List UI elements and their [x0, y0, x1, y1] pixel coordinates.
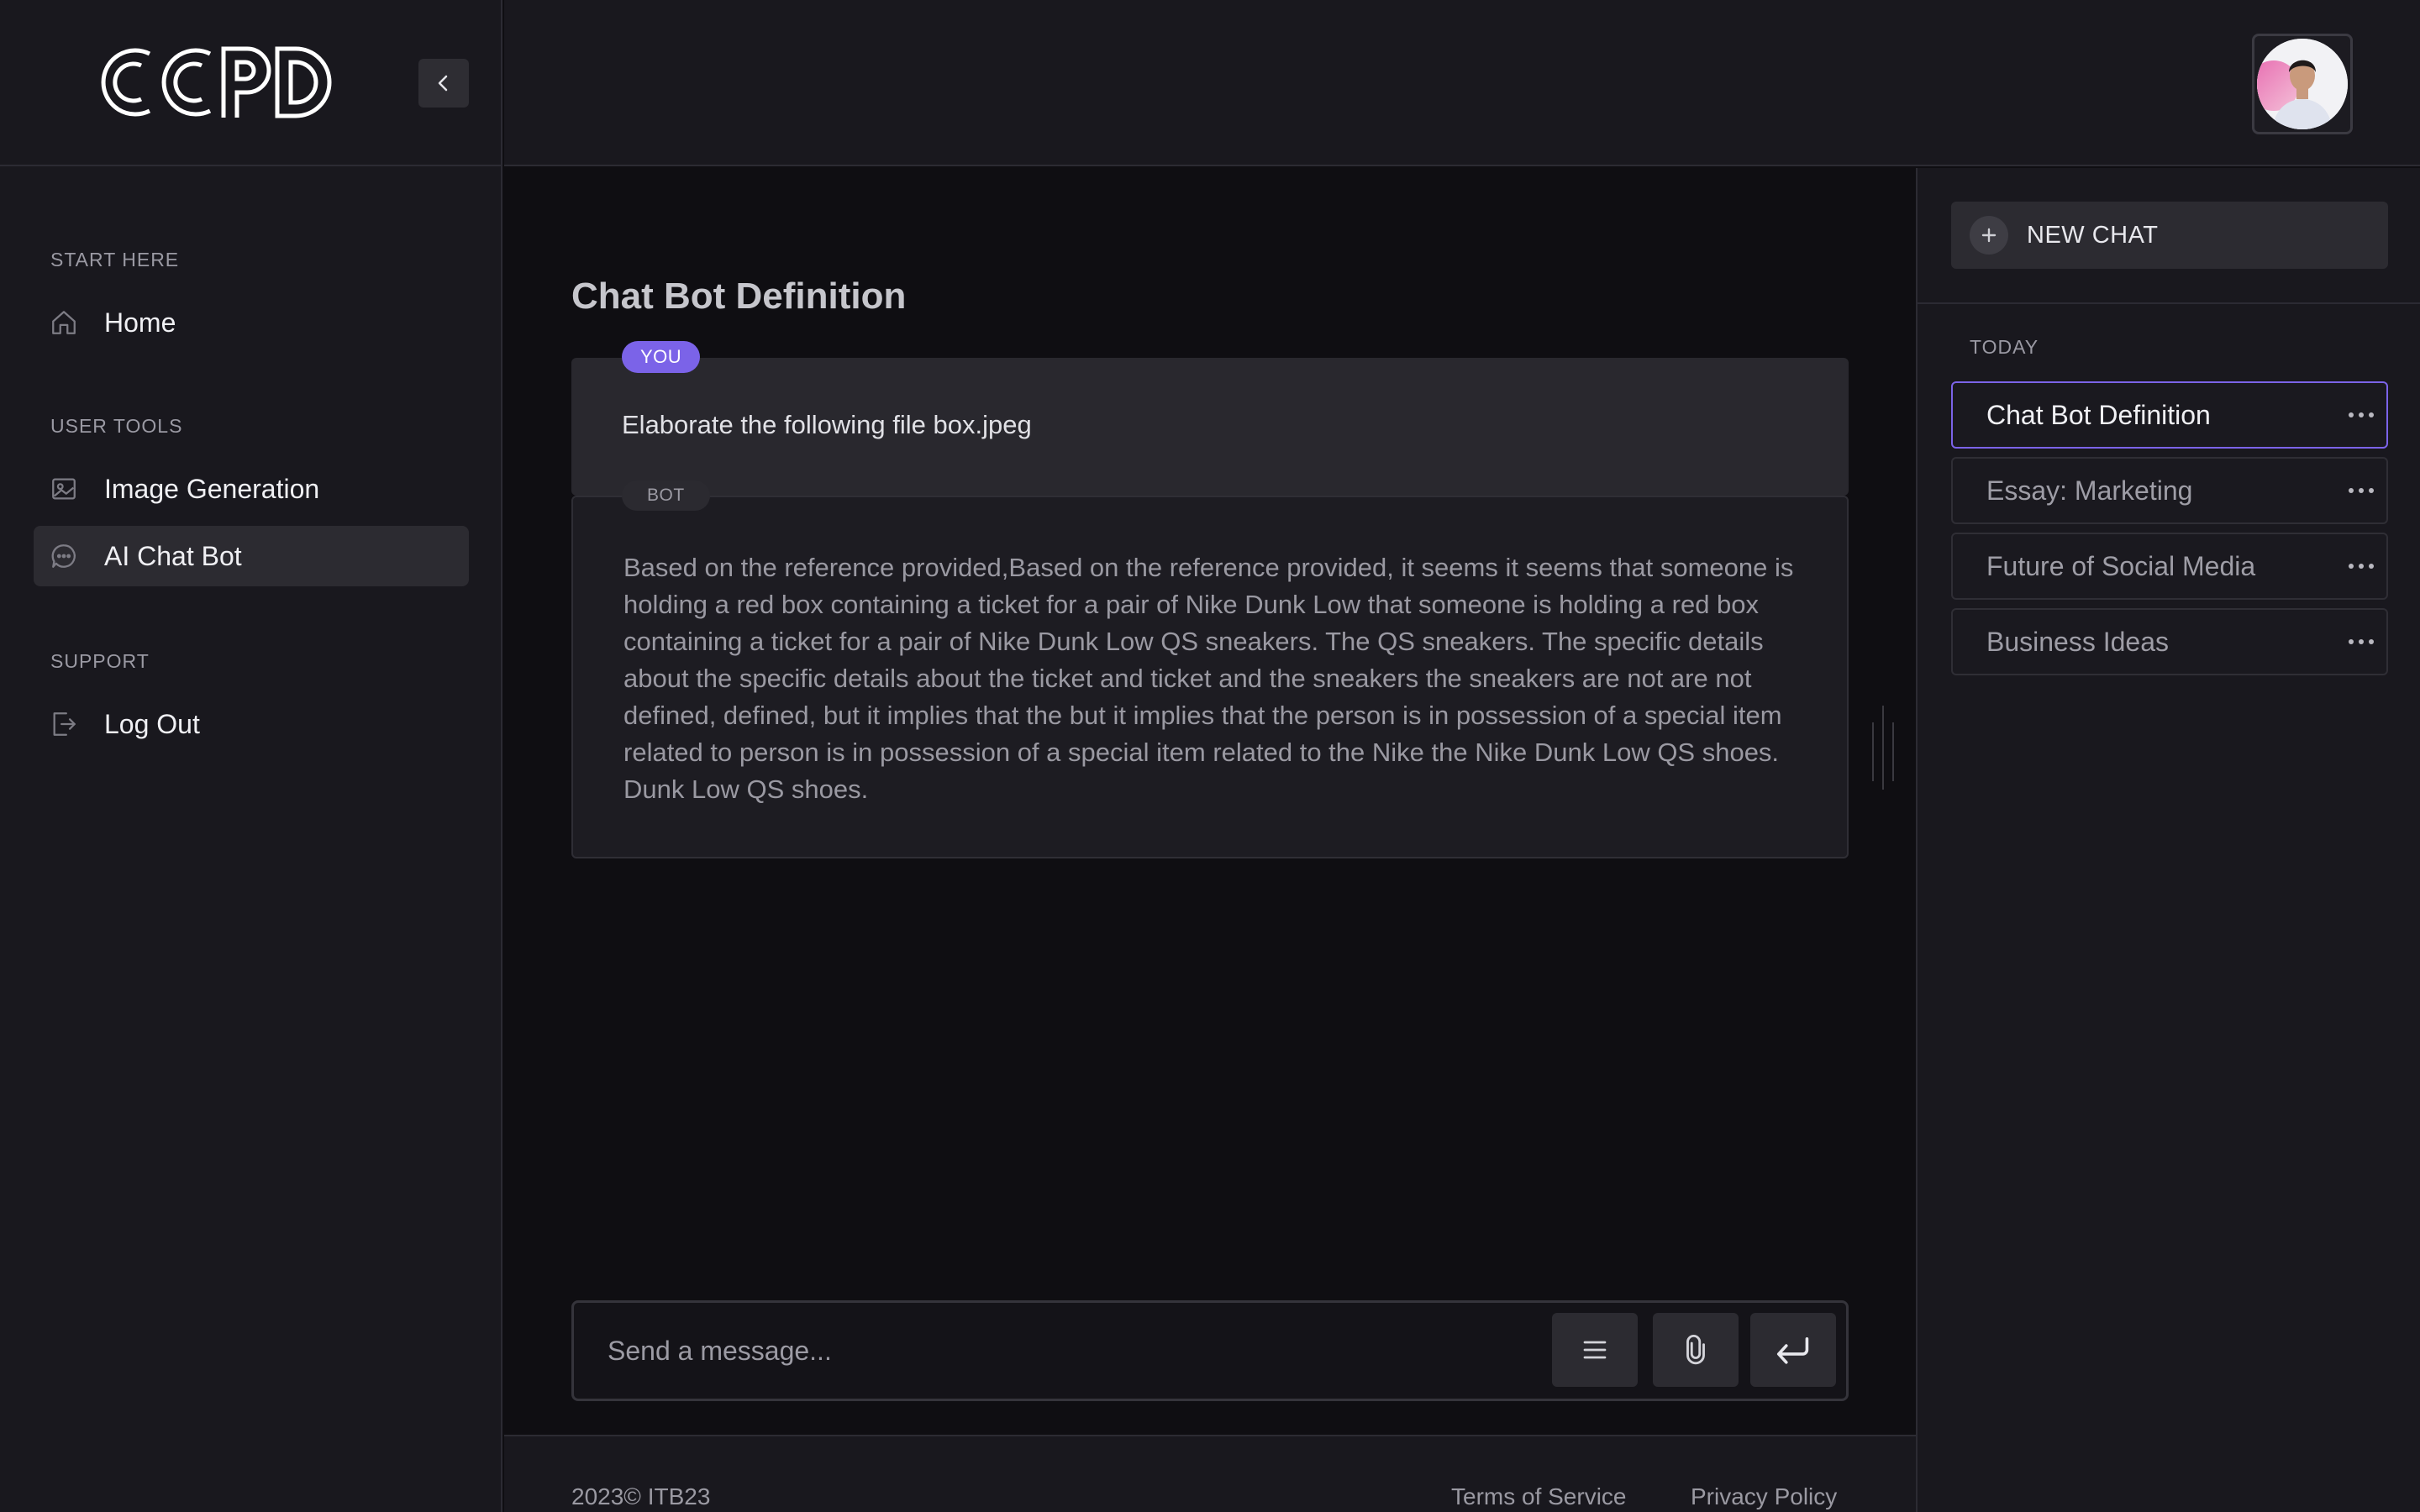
sidebar-item-home[interactable]: Home	[34, 292, 469, 353]
page-title: Chat Bot Definition	[571, 276, 907, 317]
history-item-future-of-social-media[interactable]: Future of Social Media	[1951, 533, 2388, 600]
history-item-chat-bot-definition[interactable]: Chat Bot Definition	[1951, 381, 2388, 449]
resize-handle[interactable]	[1870, 706, 1896, 790]
bot-message: Based on the reference provided,Based on…	[571, 496, 1849, 858]
more-options-icon[interactable]	[2336, 398, 2386, 432]
history-item-label: Chat Bot Definition	[1986, 399, 2211, 430]
menu-button[interactable]	[1552, 1313, 1638, 1387]
you-badge: YOU	[622, 341, 701, 373]
sidebar-item-label: AI Chat Bot	[104, 540, 242, 571]
nav-section-user-tools: USER TOOLS	[50, 415, 183, 437]
menu-icon	[1583, 1341, 1607, 1359]
send-button[interactable]	[1750, 1313, 1836, 1387]
chat-history-panel: NEW CHAT TODAY Chat Bot Definition Essay…	[1916, 168, 2420, 1512]
logout-icon	[34, 694, 94, 754]
bot-badge: BOT	[622, 480, 710, 511]
chat-bubble-icon	[34, 526, 94, 586]
collapse-sidebar-button[interactable]	[418, 59, 469, 108]
footer: 2023© ITB23 Terms of Service Privacy Pol…	[504, 1435, 1916, 1512]
sidebar-item-ai-chat-bot[interactable]: AI Chat Bot	[34, 526, 469, 586]
top-bar	[504, 0, 2420, 166]
plus-icon	[1970, 216, 2008, 255]
new-chat-button[interactable]: NEW CHAT	[1951, 202, 2388, 269]
privacy-link[interactable]: Privacy Policy	[1691, 1483, 1837, 1510]
history-item-label: Essay: Marketing	[1986, 475, 2193, 506]
ccpd-logo[interactable]	[97, 42, 336, 123]
terms-link[interactable]: Terms of Service	[1451, 1483, 1627, 1510]
avatar	[2257, 39, 2348, 129]
sidebar-item-label: Log Out	[104, 708, 200, 739]
home-icon	[34, 292, 94, 353]
chat-area: Chat Bot Definition YOU Elaborate the fo…	[504, 168, 1916, 1436]
more-options-icon[interactable]	[2336, 474, 2386, 507]
message-input[interactable]	[574, 1303, 1540, 1399]
logo-area	[0, 0, 502, 166]
history-item-essay-marketing[interactable]: Essay: Marketing	[1951, 457, 2388, 524]
history-group-label: TODAY	[1970, 336, 2039, 358]
more-options-icon[interactable]	[2336, 625, 2386, 659]
message-composer	[571, 1300, 1849, 1401]
paperclip-icon	[1686, 1335, 1705, 1365]
history-item-label: Business Ideas	[1986, 626, 2170, 657]
bot-message-text: Based on the reference provided,Based on…	[623, 553, 1794, 804]
attach-button[interactable]	[1653, 1313, 1739, 1387]
sidebar-item-log-out[interactable]: Log Out	[34, 694, 469, 754]
divider	[1918, 302, 2420, 304]
user-message: Elaborate the following file box.jpeg	[571, 358, 1849, 496]
history-item-label: Future of Social Media	[1986, 550, 2256, 581]
nav-section-support: SUPPORT	[50, 650, 150, 672]
more-options-icon[interactable]	[2336, 549, 2386, 583]
sidebar-item-label: Image Generation	[104, 473, 320, 504]
history-item-business-ideas[interactable]: Business Ideas	[1951, 608, 2388, 675]
copyright-text: 2023© ITB23	[571, 1483, 711, 1509]
user-message-text: Elaborate the following file box.jpeg	[622, 410, 1032, 439]
sidebar-item-label: Home	[104, 307, 176, 338]
sidebar-item-image-generation[interactable]: Image Generation	[34, 459, 469, 519]
nav-section-start-here: START HERE	[50, 249, 180, 270]
user-avatar-button[interactable]	[2252, 34, 2353, 134]
sidebar: START HERE Home USER TOOLS Image Generat…	[0, 0, 502, 1512]
enter-arrow-icon	[1776, 1337, 1809, 1364]
image-icon	[34, 459, 94, 519]
new-chat-label: NEW CHAT	[2027, 221, 2159, 249]
chevron-left-icon	[438, 75, 448, 92]
